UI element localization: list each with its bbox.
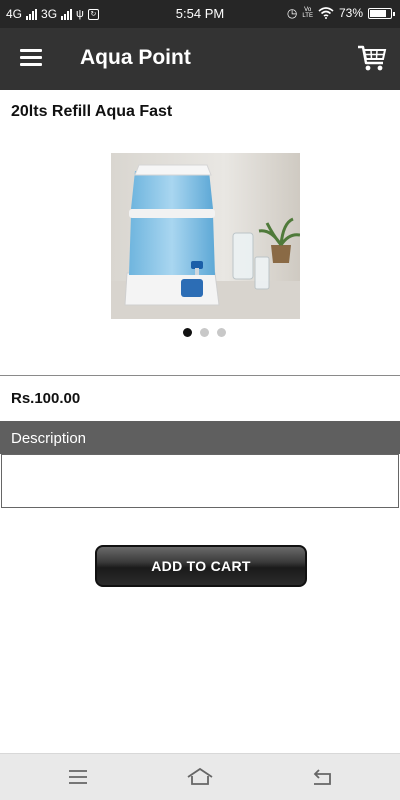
wifi-icon (318, 7, 334, 19)
add-to-cart-button[interactable]: ADD TO CART (95, 545, 307, 587)
recents-icon[interactable] (66, 766, 90, 788)
description-box (1, 454, 399, 508)
system-nav-bar (0, 753, 400, 800)
app-title: Aqua Point (80, 46, 191, 69)
hamburger-menu-icon[interactable] (20, 49, 42, 67)
battery-percent: 73% (338, 6, 363, 20)
product-price: Rs.100.00 (11, 390, 81, 407)
shopping-cart-icon[interactable] (356, 42, 388, 74)
carousel-dot-1[interactable] (183, 328, 192, 337)
carousel-dot-2[interactable] (200, 328, 209, 337)
volte-bottom: LTE (302, 13, 313, 19)
app-bar: Aqua Point (0, 28, 400, 90)
product-image[interactable] (111, 153, 300, 319)
back-icon[interactable] (310, 766, 334, 788)
description-header: Description (0, 421, 400, 454)
alarm-icon: ◷ (286, 6, 298, 20)
status-bar: 4G 3G ψ ↻ 5:54 PM ◷ Vo LTE 73% (0, 0, 400, 28)
carousel-indicator (183, 328, 226, 337)
status-right: ◷ Vo LTE 73% (286, 6, 395, 20)
carousel-dot-3[interactable] (217, 328, 226, 337)
volte-icon: Vo LTE (302, 7, 313, 19)
home-icon[interactable] (186, 766, 214, 788)
battery-icon (368, 7, 395, 19)
product-name: 20lts Refill Aqua Fast (11, 103, 173, 120)
divider (0, 375, 400, 376)
